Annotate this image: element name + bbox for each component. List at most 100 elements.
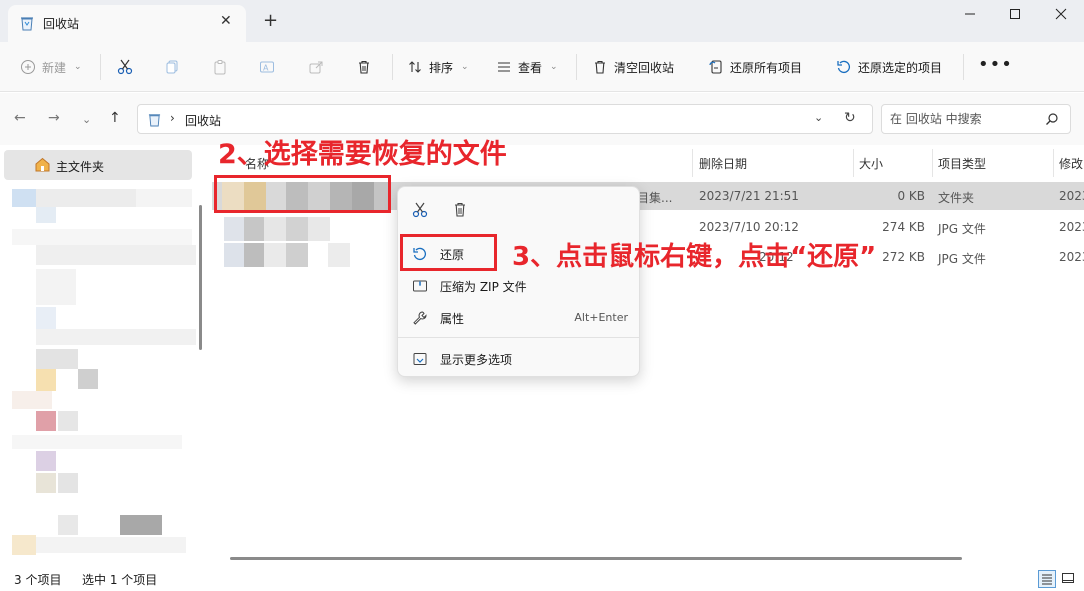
sidebar-item-home[interactable]: 主文件夹: [4, 150, 192, 180]
view-button[interactable]: 查看 ⌄: [496, 55, 558, 79]
blurred-sidebar-item: [36, 349, 78, 369]
blurred-file-name: [286, 217, 308, 241]
blurred-file-name: [244, 243, 264, 267]
sort-button[interactable]: 排序 ⌄: [407, 55, 469, 79]
chevron-down-icon: ⌄: [550, 62, 558, 72]
tiles-view-icon: [1062, 573, 1074, 583]
horizontal-scrollbar[interactable]: [230, 557, 962, 560]
blurred-sidebar-item: [78, 369, 98, 389]
title-bar: 回收站 ✕ +: [0, 0, 1084, 42]
command-bar: 新建 ⌄ A 排序 ⌄ 查看 ⌄ 清空回收站 还原所有项目 还原选定的项目 •••: [0, 42, 1084, 92]
delete-icon[interactable]: [452, 201, 468, 222]
breadcrumb[interactable]: 回收站: [185, 112, 221, 129]
recycle-bin-icon: [148, 112, 161, 130]
column-divider[interactable]: [932, 149, 933, 177]
sidebar-item-label: 主文件夹: [56, 160, 105, 174]
divider: [576, 54, 577, 80]
details-view-button[interactable]: [1038, 570, 1056, 588]
sidebar-scrollbar[interactable]: [199, 205, 202, 350]
column-divider[interactable]: [1053, 149, 1054, 177]
paste-button[interactable]: [212, 55, 228, 79]
breadcrumb-chevron-icon[interactable]: ›: [170, 111, 175, 125]
forward-arrow-icon[interactable]: →: [48, 111, 60, 125]
show-more-options-menu-item[interactable]: 显示更多选项: [410, 347, 630, 371]
new-button[interactable]: 新建 ⌄: [20, 55, 82, 79]
annotation-step-3: 3、点击鼠标右键，点击“还原”: [512, 242, 877, 272]
undo-icon: [837, 60, 850, 74]
column-header-type[interactable]: 项目类型: [938, 155, 986, 172]
blurred-sidebar-item: [58, 473, 78, 493]
address-dropdown-icon[interactable]: ⌄: [814, 111, 823, 124]
tab-close-button[interactable]: ✕: [220, 14, 232, 28]
status-bar: 3 个项目 选中 1 个项目: [0, 568, 1084, 591]
new-label: 新建: [42, 60, 67, 75]
cut-icon[interactable]: [412, 201, 428, 222]
compress-zip-label: 压缩为 ZIP 文件: [440, 280, 527, 294]
column-header-deleted-date[interactable]: 删除日期: [699, 155, 747, 172]
share-icon: [309, 61, 323, 74]
properties-label: 属性: [440, 312, 465, 326]
new-tab-button[interactable]: +: [263, 12, 278, 30]
column-divider[interactable]: [692, 149, 693, 177]
modified-date: 2023: [1059, 250, 1084, 264]
maximize-button[interactable]: [1000, 5, 1030, 25]
back-arrow-icon[interactable]: ←: [14, 111, 26, 125]
navigation-bar: ← → ⌄ ↑ › 回收站 ⌄ ↻: [0, 93, 1084, 145]
scissors-icon: [117, 59, 133, 75]
clipboard-icon: [214, 60, 226, 75]
compress-zip-menu-item[interactable]: 压缩为 ZIP 文件: [410, 274, 630, 298]
more-options-icon: [412, 351, 428, 370]
blurred-sidebar-item: [36, 451, 56, 471]
rename-button[interactable]: A: [259, 55, 275, 79]
sort-icon: [409, 61, 421, 73]
search-icon[interactable]: [1045, 112, 1059, 129]
navigation-pane: 主文件夹: [0, 145, 212, 568]
more-options-button[interactable]: •••: [978, 56, 1013, 74]
blurred-sidebar-item: [36, 307, 56, 329]
blurred-sidebar-item: [12, 535, 36, 555]
blurred-sidebar-item: [36, 369, 56, 391]
divider: [963, 54, 964, 80]
recycle-bin-icon: [20, 15, 34, 34]
blurred-sidebar-item: [12, 391, 52, 409]
blurred-sidebar-item: [36, 329, 196, 345]
file-type: JPG 文件: [938, 252, 986, 266]
tiles-view-button[interactable]: [1060, 570, 1078, 588]
minimize-button[interactable]: [955, 5, 985, 25]
recent-locations-chevron-icon[interactable]: ⌄: [82, 113, 91, 127]
properties-menu-item[interactable]: 属性 Alt+Enter: [410, 306, 630, 330]
zip-icon: [412, 278, 428, 297]
search-box[interactable]: [881, 104, 1071, 134]
file-size: 274 KB: [882, 220, 925, 234]
show-more-options-label: 显示更多选项: [440, 353, 513, 367]
blurred-file-name: [328, 243, 350, 267]
copy-button[interactable]: [164, 55, 180, 79]
refresh-icon[interactable]: ↻: [844, 110, 856, 126]
deleted-date: 2023/7/21 21:51: [699, 189, 799, 203]
wrench-icon: [412, 310, 428, 329]
cut-button[interactable]: [116, 55, 134, 79]
restore-selected-button[interactable]: 还原选定的项目: [836, 55, 942, 79]
blurred-sidebar-item: [36, 269, 76, 305]
column-divider[interactable]: [853, 149, 854, 177]
tab-recycle-bin[interactable]: 回收站 ✕: [8, 5, 246, 42]
chevron-down-icon: ⌄: [461, 62, 469, 72]
column-header-size[interactable]: 大小: [859, 155, 883, 172]
close-icon: [1055, 8, 1067, 20]
close-window-button[interactable]: [1046, 5, 1076, 25]
view-list-icon: [498, 62, 510, 72]
restore-all-button[interactable]: 还原所有项目: [708, 55, 802, 79]
column-header-modified[interactable]: 修改: [1059, 155, 1083, 172]
address-bar[interactable]: › 回收站 ⌄ ↻: [137, 104, 873, 134]
restore-all-label: 还原所有项目: [730, 60, 803, 75]
menu-divider: [398, 337, 639, 338]
up-arrow-icon[interactable]: ↑: [109, 111, 121, 125]
trash-icon: [359, 60, 369, 74]
share-button[interactable]: [308, 55, 324, 79]
delete-button[interactable]: [356, 55, 372, 79]
chevron-down-icon: ⌄: [74, 62, 82, 72]
search-input[interactable]: [890, 110, 1040, 128]
empty-recycle-bin-button[interactable]: 清空回收站: [592, 55, 674, 79]
minimize-icon: [965, 13, 975, 15]
plus-circle-icon: [21, 60, 35, 74]
